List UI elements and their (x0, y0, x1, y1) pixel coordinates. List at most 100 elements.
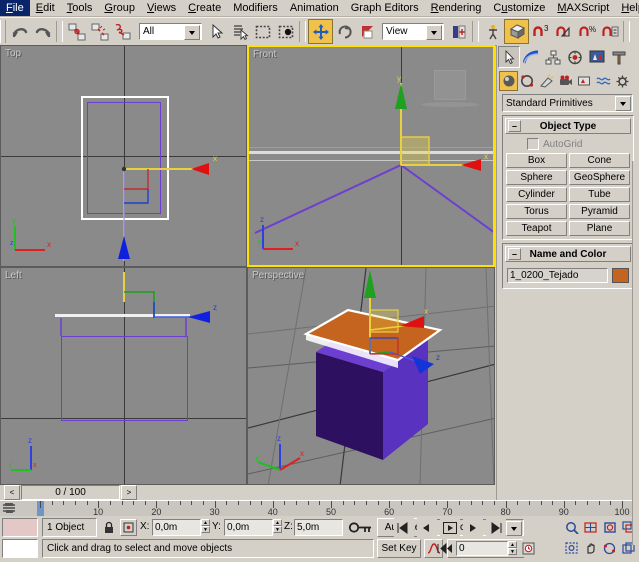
move-gizmo-left[interactable]: z (106, 270, 236, 340)
collapse-icon[interactable]: – (508, 120, 521, 132)
next-frame-button[interactable] (463, 518, 483, 537)
snaps-toggle-button[interactable] (504, 19, 529, 44)
select-and-rotate-button[interactable] (333, 20, 356, 43)
command-tab-motion[interactable] (564, 46, 586, 68)
object-type-button-box[interactable]: Box (506, 153, 567, 168)
next-frame-nav-button[interactable]: > (121, 485, 137, 500)
play-animation-button[interactable] (440, 518, 460, 537)
track-view-icon[interactable] (2, 502, 16, 515)
prev-frame-nav-button[interactable]: < (4, 485, 20, 500)
category-dropdown[interactable]: Standard Primitives (502, 94, 633, 112)
menu-item-file[interactable]: File (0, 0, 30, 16)
previous-frame-button[interactable] (417, 518, 437, 537)
chevron-down-icon-4[interactable] (615, 96, 631, 111)
y-coordinate-input[interactable]: 0,0m (224, 519, 273, 536)
toolbar-grip[interactable] (0, 20, 6, 43)
use-pivot-point-center-button[interactable] (447, 20, 470, 43)
lock-selection-button[interactable] (99, 518, 118, 537)
category-geometry[interactable] (499, 70, 518, 91)
command-tab-display[interactable] (586, 46, 608, 68)
current-frame-input[interactable]: 0 (456, 541, 508, 556)
go-to-start-button[interactable] (394, 518, 414, 537)
name-and-color-rollout-header[interactable]: – Name and Color (505, 246, 631, 262)
command-tab-modify[interactable] (520, 46, 542, 68)
menu-item-modifiers[interactable]: Modifiers (227, 0, 284, 16)
y-spinner[interactable]: ▲ ▼ (273, 519, 282, 533)
menu-item-edit[interactable]: Edit (30, 0, 61, 16)
3d-snap-toggle-button[interactable]: 3 (529, 20, 552, 43)
maxscript-listener-pink[interactable] (2, 518, 38, 537)
selection-filter-combo[interactable]: All (139, 23, 202, 40)
autogrid-row[interactable]: AutoGrid (503, 136, 633, 150)
collapse-icon-2[interactable]: – (508, 248, 521, 260)
object-color-swatch[interactable] (612, 268, 629, 283)
zoom-extents-button[interactable] (601, 518, 619, 537)
select-and-manipulate-button[interactable] (481, 20, 504, 43)
key-mode-toggle-icon[interactable] (437, 543, 453, 554)
viewport-front[interactable]: Front y x z x y (247, 45, 495, 267)
set-key-button[interactable]: Set Key (377, 539, 421, 558)
object-type-button-sphere[interactable]: Sphere (506, 170, 567, 185)
category-space-warps[interactable] (594, 71, 613, 91)
zoom-button[interactable] (563, 518, 581, 537)
frame-display-field[interactable]: 0 / 100 (21, 485, 120, 500)
menu-item-maxscript[interactable]: MAXScript (551, 0, 615, 16)
command-panel-scrollbar[interactable] (632, 161, 639, 545)
window-crossing-toggle-button[interactable] (274, 20, 297, 43)
x-spinner[interactable]: ▲ ▼ (201, 519, 210, 533)
reference-coord-system-combo[interactable]: View (382, 23, 444, 40)
select-and-move-button[interactable] (308, 19, 333, 44)
command-tab-create[interactable] (498, 46, 520, 68)
object-type-button-cylinder[interactable]: Cylinder (506, 187, 567, 202)
rectangular-selection-region-button[interactable] (251, 20, 274, 43)
undo-button[interactable] (8, 20, 31, 43)
time-ruler[interactable]: 10 20 30 40 50 60 70 80 90 100 (0, 500, 639, 517)
object-type-button-plane[interactable]: Plane (569, 221, 630, 236)
percent-snap-toggle-button[interactable]: % (575, 20, 598, 43)
command-tab-hierarchy[interactable] (542, 46, 564, 68)
chevron-down-icon-2[interactable] (426, 25, 442, 40)
menu-item-create[interactable]: Create (182, 0, 227, 16)
command-tab-utilities[interactable] (608, 46, 630, 68)
select-and-uniform-scale-button[interactable] (356, 20, 379, 43)
menu-item-customize[interactable]: Customize (487, 0, 551, 16)
select-object-button[interactable] (205, 20, 228, 43)
pan-view-button[interactable] (582, 539, 600, 558)
object-name-input[interactable]: 1_0200_Tejado (507, 268, 608, 283)
frame-spinner[interactable]: ▲ ▼ (508, 541, 517, 555)
zoom-all-button[interactable] (582, 518, 600, 537)
arc-rotate-button[interactable] (601, 539, 619, 558)
object-type-rollout-header[interactable]: – Object Type (505, 118, 631, 134)
menu-item-views[interactable]: Views (141, 0, 182, 16)
z-coordinate-input[interactable]: 5,0m (294, 519, 343, 536)
select-and-link-button[interactable] (65, 20, 88, 43)
menu-item-animation[interactable]: Animation (284, 0, 345, 16)
autogrid-checkbox[interactable] (527, 138, 539, 150)
bind-to-space-warp-button[interactable] (111, 20, 134, 43)
move-gizmo-top[interactable]: x (91, 141, 221, 261)
select-by-name-button[interactable] (228, 20, 251, 43)
redo-button[interactable] (31, 20, 54, 43)
object-type-button-geosphere[interactable]: GeoSphere (569, 170, 630, 185)
chevron-down-icon-3[interactable] (506, 521, 522, 536)
viewport-perspective[interactable]: Perspective x z z x (247, 267, 495, 485)
object-type-button-cone[interactable]: Cone (569, 153, 630, 168)
category-helpers[interactable] (575, 71, 594, 91)
angle-snap-toggle-button[interactable] (552, 20, 575, 43)
go-to-end-button[interactable] (486, 518, 506, 537)
object-type-button-torus[interactable]: Torus (506, 204, 567, 219)
x-coordinate-input[interactable]: 0,0m (152, 519, 201, 536)
menu-item-help[interactable]: Help (615, 0, 639, 16)
category-systems[interactable] (613, 71, 632, 91)
viewport-top[interactable]: Top x y x z (0, 45, 247, 267)
key-mode-toggle-button[interactable] (348, 520, 374, 538)
category-lights[interactable] (537, 71, 556, 91)
viewport-left[interactable]: Left z z y (0, 267, 247, 485)
absolute-relative-transform-button[interactable] (120, 519, 137, 536)
menu-item-rendering[interactable]: Rendering (425, 0, 488, 16)
menu-item-group[interactable]: Group (98, 0, 141, 16)
unlink-selection-button[interactable] (88, 20, 111, 43)
time-configuration-button[interactable] (520, 540, 537, 557)
maxscript-listener-white[interactable] (2, 539, 38, 558)
move-gizmo-front[interactable]: y x (349, 75, 489, 185)
